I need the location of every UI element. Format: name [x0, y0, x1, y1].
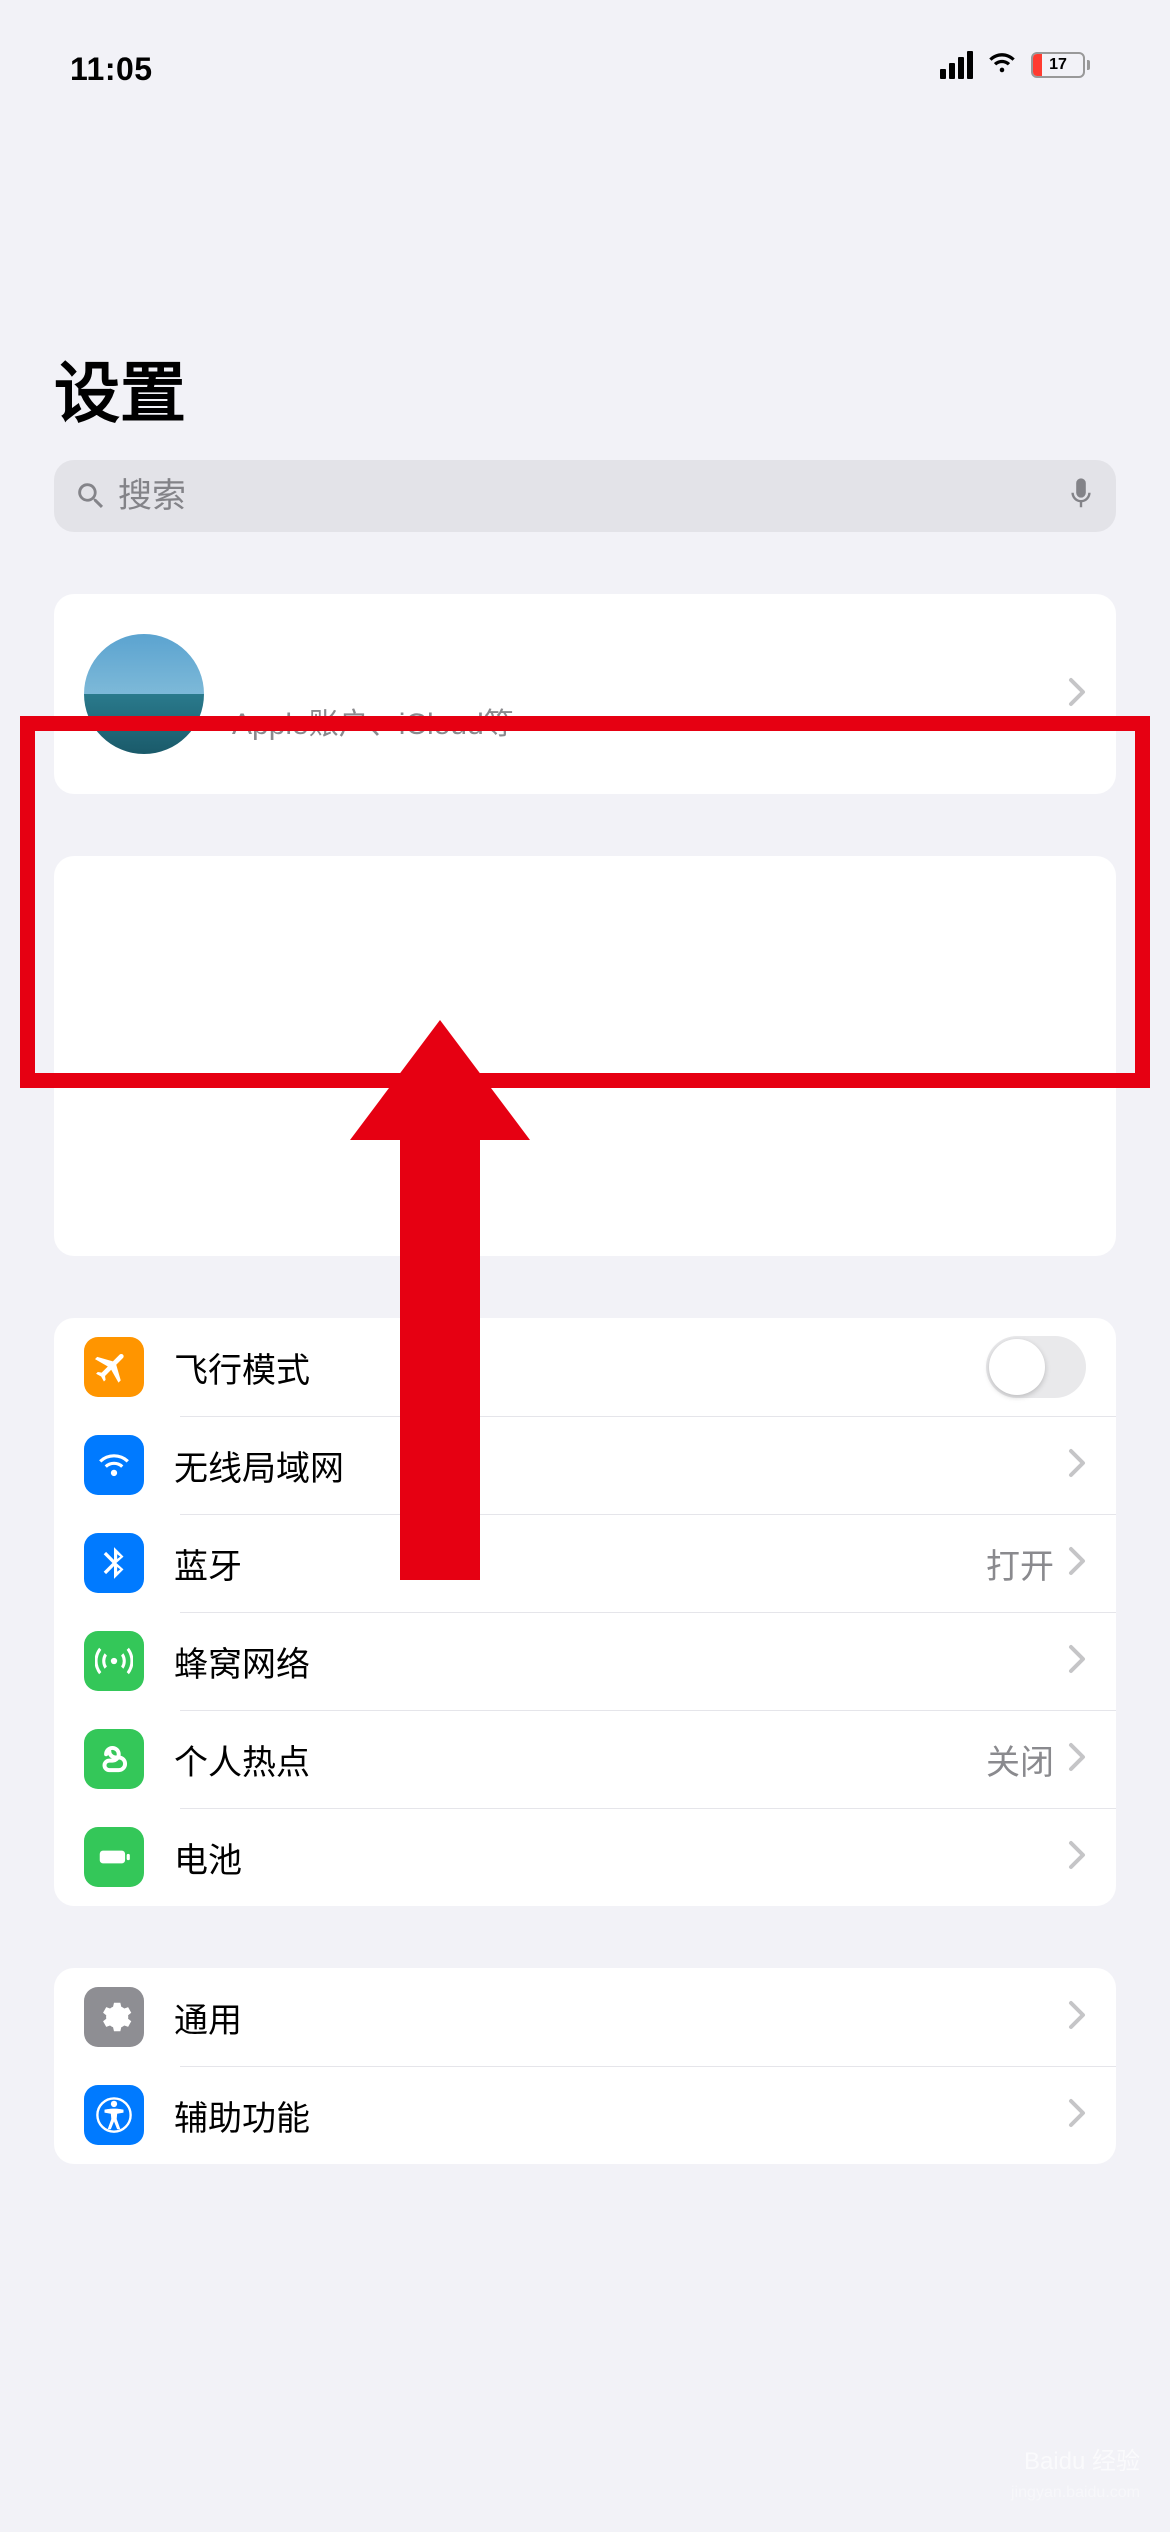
status-time: 11:05	[70, 51, 153, 88]
chevron-right-icon	[1068, 1742, 1086, 1777]
chevron-right-icon	[1068, 1546, 1086, 1581]
search-input[interactable]	[108, 477, 1066, 516]
airplane-icon	[84, 1337, 144, 1397]
gear-icon	[84, 1987, 144, 2047]
chevron-right-icon	[1068, 2000, 1086, 2035]
chevron-right-icon	[1068, 677, 1086, 712]
wifi-settings-icon	[84, 1435, 144, 1495]
row-label: 蜂窝网络	[174, 1637, 1068, 1686]
bluetooth-row[interactable]: 蓝牙 打开	[54, 1514, 1116, 1612]
accessibility-icon	[84, 2085, 144, 2145]
chevron-right-icon	[1068, 1644, 1086, 1679]
battery-indicator: 17	[1031, 52, 1090, 78]
connectivity-section: 飞行模式 无线局域网 蓝牙 打开 蜂窝网络 个人热点 关闭 电池	[54, 1318, 1116, 1906]
status-bar: 11:05 17	[0, 0, 1170, 130]
chevron-right-icon	[1068, 1840, 1086, 1875]
accessibility-row[interactable]: 辅助功能	[54, 2066, 1116, 2164]
chevron-right-icon	[1068, 2098, 1086, 2133]
bluetooth-icon	[84, 1533, 144, 1593]
row-label: 无线局域网	[174, 1441, 1068, 1490]
row-label: 通用	[174, 1993, 1068, 2042]
cellular-row[interactable]: 蜂窝网络	[54, 1612, 1116, 1710]
row-label: 辅助功能	[174, 2091, 1068, 2140]
row-value: 关闭	[986, 1735, 1054, 1784]
hotspot-row[interactable]: 个人热点 关闭	[54, 1710, 1116, 1808]
search-field[interactable]	[54, 460, 1116, 532]
airplane-toggle[interactable]	[986, 1336, 1086, 1398]
general-section: 通用 辅助功能	[54, 1968, 1116, 2164]
battery-row[interactable]: 电池	[54, 1808, 1116, 1906]
row-label: 电池	[174, 1833, 1068, 1882]
page-title: 设置	[0, 130, 1170, 460]
avatar	[84, 634, 204, 754]
battery-icon	[84, 1827, 144, 1887]
general-row[interactable]: 通用	[54, 1968, 1116, 2066]
microphone-icon[interactable]	[1066, 476, 1096, 517]
cellular-icon	[84, 1631, 144, 1691]
watermark: Baidu 经验jingyan.baidu.com	[1011, 2441, 1140, 2504]
wifi-icon	[985, 46, 1019, 85]
row-value: 打开	[986, 1539, 1054, 1588]
status-indicators: 17	[940, 46, 1090, 85]
chevron-right-icon	[1068, 1448, 1086, 1483]
airplane-mode-row[interactable]: 飞行模式	[54, 1318, 1116, 1416]
apple-id-row[interactable]: Apple账户、iCloud等	[54, 594, 1116, 794]
cellular-signal-icon	[940, 51, 973, 79]
placeholder-section	[54, 856, 1116, 1256]
search-icon	[74, 479, 108, 513]
battery-percentage: 17	[1049, 56, 1067, 74]
row-label: 飞行模式	[174, 1343, 986, 1392]
wifi-row[interactable]: 无线局域网	[54, 1416, 1116, 1514]
row-label: 个人热点	[174, 1735, 986, 1784]
apple-id-subtitle: Apple账户、iCloud等	[232, 699, 1068, 743]
hotspot-icon	[84, 1729, 144, 1789]
row-label: 蓝牙	[174, 1539, 986, 1588]
